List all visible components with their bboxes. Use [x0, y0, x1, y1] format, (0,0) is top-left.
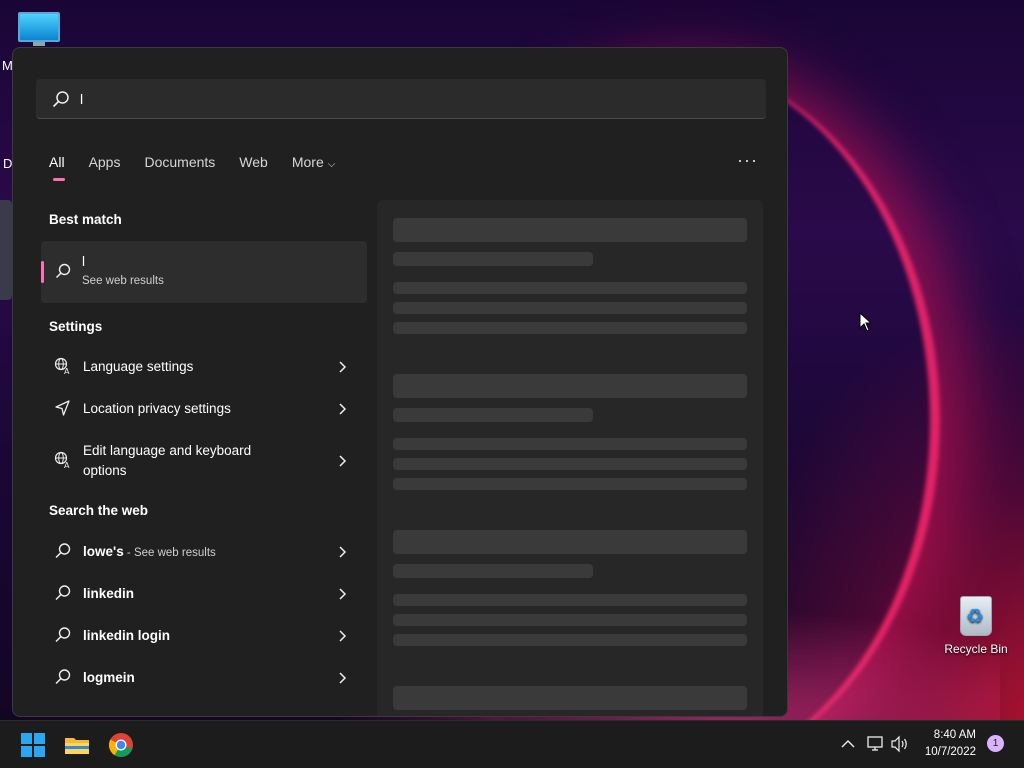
search-icon [55, 585, 71, 601]
web-suggestion-label: logmein [83, 668, 135, 688]
tab-more-label: More [291, 154, 324, 170]
chrome-icon[interactable] [108, 732, 134, 758]
settings-item-language[interactable]: A Language settings [41, 353, 367, 393]
chevron-down-icon: ⌵ [327, 159, 336, 170]
best-match-subtitle: See web results [82, 275, 164, 287]
skeleton-block [393, 594, 747, 606]
chevron-right-icon [339, 403, 347, 415]
mouse-cursor-icon [859, 312, 871, 332]
skeleton-block [393, 408, 593, 422]
more-options-icon[interactable]: ··· [737, 150, 758, 171]
selection-indicator [41, 261, 44, 283]
skeleton-block [393, 438, 747, 450]
volume-icon[interactable] [890, 735, 910, 753]
web-suggestion-term: linkedin [83, 586, 135, 601]
web-suggestion-label: lowe's - See web results [83, 542, 216, 563]
chevron-right-icon [339, 588, 347, 600]
taskbar: 8:40 AM 10/7/2022 [0, 720, 1024, 768]
web-suggestion-hint: - See web results [123, 547, 216, 559]
web-suggestion-label: linkedin login [83, 626, 170, 646]
recycle-bin[interactable]: ♻ Recycle Bin [940, 596, 1012, 656]
result-preview-loading [377, 200, 763, 716]
search-icon [55, 627, 71, 643]
web-suggestion-label: linkedin [83, 584, 134, 604]
settings-item-location-privacy[interactable]: Location privacy settings [41, 395, 367, 435]
search-icon [55, 543, 71, 559]
web-suggestion-term: linkedin login [83, 628, 170, 643]
chevron-right-icon [339, 672, 347, 684]
search-the-web-heading: Search the web [49, 503, 149, 518]
search-box[interactable] [36, 79, 766, 119]
web-suggestion-logmein[interactable]: logmein [41, 664, 367, 704]
web-suggestion-linkedin-login[interactable]: linkedin login [41, 622, 367, 662]
file-explorer-icon[interactable] [64, 732, 90, 758]
settings-item-label: Edit language and keyboard options [83, 443, 252, 478]
desktop-window-edge [0, 200, 12, 300]
tab-more[interactable]: More ⌵ [292, 154, 336, 184]
chevron-right-icon [339, 361, 347, 373]
search-icon [55, 263, 71, 279]
settings-item-edit-language-keyboard[interactable]: A Edit language and keyboard options [41, 437, 367, 485]
start-icon[interactable] [20, 732, 46, 758]
web-suggestion-term: lowe's [83, 544, 124, 559]
network-icon[interactable] [866, 735, 886, 753]
location-icon [55, 400, 70, 416]
best-match-title: l [82, 254, 85, 269]
search-filter-tabs: All Apps Documents Web More ⌵ [49, 154, 359, 184]
tab-all[interactable]: All [49, 154, 65, 184]
chevron-right-icon [339, 546, 347, 558]
tab-documents[interactable]: Documents [144, 154, 215, 184]
skeleton-block [393, 634, 747, 646]
tab-apps[interactable]: Apps [89, 154, 121, 184]
web-suggestion-lowes[interactable]: lowe's - See web results [41, 538, 367, 578]
skeleton-block [393, 686, 747, 710]
search-icon [55, 669, 71, 685]
search-panel: All Apps Documents Web More⌵ ··· Best ma… [12, 47, 788, 717]
notification-badge[interactable]: 1 [987, 735, 1004, 752]
skeleton-block [393, 478, 747, 490]
language-icon: A [54, 451, 70, 469]
skeleton-block [393, 218, 747, 242]
settings-item-label: Location privacy settings [83, 401, 231, 416]
tab-web[interactable]: Web [239, 154, 268, 184]
svg-text:A: A [64, 461, 70, 469]
skeleton-block [393, 282, 747, 294]
skeleton-block [393, 302, 747, 314]
show-hidden-icons-icon[interactable] [841, 739, 855, 749]
this-pc-icon[interactable] [18, 12, 60, 46]
skeleton-block [393, 614, 747, 626]
web-suggestion-linkedin[interactable]: linkedin [41, 580, 367, 620]
skeleton-block [393, 564, 593, 578]
recycle-bin-label: Recycle Bin [944, 642, 1008, 656]
skeleton-block [393, 458, 747, 470]
search-input[interactable] [80, 87, 740, 111]
clock-time[interactable]: 8:40 AM [916, 729, 976, 741]
chevron-right-icon [339, 630, 347, 642]
skeleton-block [393, 374, 747, 398]
clock-date[interactable]: 10/7/2022 [916, 746, 976, 758]
recycle-bin-icon: ♻ [960, 596, 992, 636]
language-icon: A [54, 357, 70, 375]
settings-heading: Settings [49, 319, 103, 334]
svg-text:A: A [64, 367, 70, 375]
best-match-heading: Best match [49, 212, 122, 227]
best-match-result[interactable]: l See web results [41, 241, 367, 303]
web-suggestion-term: logmein [83, 670, 135, 685]
skeleton-block [393, 322, 747, 334]
skeleton-block [393, 530, 747, 554]
skeleton-block [393, 252, 593, 266]
search-icon [52, 91, 69, 108]
chevron-right-icon [339, 455, 347, 467]
settings-item-label: Language settings [83, 359, 194, 374]
